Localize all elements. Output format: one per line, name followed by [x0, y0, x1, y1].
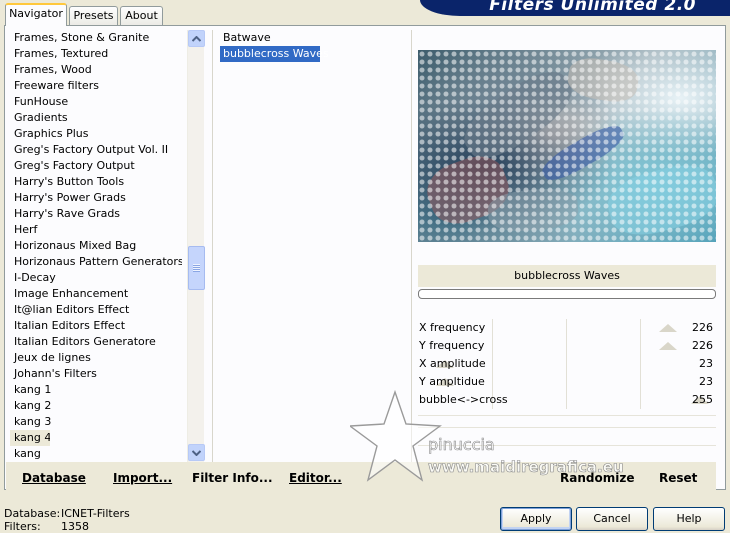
chevron-down-icon — [192, 449, 201, 456]
database-label: Database: — [4, 507, 61, 520]
action-bar: Database Import... Filter Info... Editor… — [6, 462, 716, 490]
param-slider[interactable]: X frequency 226 — [418, 319, 716, 337]
category-item[interactable]: Harry's Button Tools — [10, 174, 182, 190]
param-divider — [418, 445, 716, 446]
category-item[interactable]: It@lian Editors Effect — [10, 302, 182, 318]
filter-item[interactable]: bubblecross Waves — [220, 46, 329, 62]
reset-button[interactable]: Reset — [659, 471, 697, 485]
category-list[interactable]: Frames, Stone & Granite Frames, Textured F… — [10, 30, 182, 462]
param-value: 226 — [692, 339, 713, 352]
progress-bar — [418, 289, 716, 299]
tab-navigator[interactable]: Navigator — [5, 3, 67, 26]
category-item[interactable]: Horizonaus Pattern Generators — [10, 254, 182, 270]
category-item[interactable]: Jeux de lignes — [10, 350, 182, 366]
category-scrollbar[interactable] — [187, 30, 205, 462]
category-item[interactable]: Image Enhancement — [10, 286, 182, 302]
tab-about[interactable]: About — [120, 6, 163, 25]
category-item[interactable]: I-Decay — [10, 270, 182, 286]
category-item[interactable]: Gradients — [10, 110, 182, 126]
param-slider[interactable]: bubble<->cross 255 — [418, 391, 716, 409]
slider-tick — [566, 319, 567, 337]
slider-tick — [640, 391, 641, 409]
slider-tick — [492, 337, 493, 355]
category-item[interactable]: Harry's Power Grads — [10, 190, 182, 206]
param-divider — [418, 427, 716, 428]
slider-tick — [566, 391, 567, 409]
filter-name-bar: bubblecross Waves — [418, 265, 716, 287]
slider-tick — [566, 355, 567, 373]
slider-tick — [640, 337, 641, 355]
category-item[interactable]: kang 3 — [10, 414, 182, 430]
slider-tick — [640, 319, 641, 337]
category-item[interactable]: kang 2 — [10, 398, 182, 414]
filter-list[interactable]: Batwave bubblecross Waves — [220, 30, 410, 62]
param-divider — [418, 415, 716, 416]
category-item[interactable]: Harry's Rave Grads — [10, 206, 182, 222]
scroll-down-button[interactable] — [188, 444, 205, 461]
import-button[interactable]: Import... — [113, 471, 172, 485]
param-value: 23 — [699, 357, 713, 370]
app-banner: Filters Unlimited 2.0 — [420, 0, 730, 16]
category-item[interactable]: Greg's Factory Output — [10, 158, 182, 174]
slider-tick — [492, 319, 493, 337]
category-item[interactable]: FunHouse — [10, 94, 182, 110]
category-item[interactable]: Frames, Textured — [10, 46, 182, 62]
cancel-button[interactable]: Cancel — [576, 507, 648, 531]
category-item[interactable]: Greg's Factory Output Vol. II — [10, 142, 182, 158]
slider-tick — [492, 355, 493, 373]
category-item[interactable]: Graphics Plus — [10, 126, 182, 142]
database-button[interactable]: Database — [22, 471, 86, 485]
scroll-up-button[interactable] — [188, 30, 205, 47]
param-slider[interactable]: Y frequency 226 — [418, 337, 716, 355]
slider-thumb-icon[interactable] — [659, 342, 677, 350]
divider — [411, 30, 412, 462]
param-value: 226 — [692, 321, 713, 334]
filter-info-button[interactable]: Filter Info... — [192, 471, 273, 485]
slider-tick — [640, 373, 641, 391]
app-title: Filters Unlimited 2.0 — [489, 0, 696, 15]
category-item[interactable]: kang 4 — [10, 430, 50, 446]
category-item[interactable]: Italian Editors Effect — [10, 318, 182, 334]
randomize-button[interactable]: Randomize — [560, 471, 634, 485]
slider-tick — [640, 355, 641, 373]
filters-label: Filters: — [4, 520, 41, 533]
apply-button[interactable]: Apply — [500, 507, 572, 531]
filters-count: 1358 — [61, 520, 89, 533]
param-value: 23 — [699, 375, 713, 388]
chevron-up-icon — [192, 35, 201, 42]
scroll-thumb[interactable] — [188, 246, 205, 290]
param-slider[interactable]: X amplitude 23 — [418, 355, 716, 373]
category-item[interactable]: Frames, Wood — [10, 62, 182, 78]
filter-item[interactable]: Batwave — [220, 30, 410, 46]
help-button[interactable]: Help — [653, 507, 725, 531]
param-label: bubble<->cross — [419, 393, 508, 406]
param-label: Y ampltidue — [419, 375, 485, 388]
param-label: X frequency — [419, 321, 486, 334]
category-item[interactable]: kang 1 — [10, 382, 182, 398]
category-item[interactable]: Italian Editors Generatore — [10, 334, 182, 350]
tab-presets[interactable]: Presets — [69, 6, 118, 25]
slider-tick — [566, 337, 567, 355]
param-slider[interactable]: Y ampltidue 23 — [418, 373, 716, 391]
param-value: 255 — [692, 393, 713, 406]
param-label: Y frequency — [419, 339, 485, 352]
editor-button[interactable]: Editor... — [289, 471, 342, 485]
category-item[interactable]: Freeware filters — [10, 78, 182, 94]
param-label: X amplitude — [419, 357, 486, 370]
slider-tick — [566, 373, 567, 391]
preview-image — [418, 50, 716, 242]
category-item[interactable]: Frames, Stone & Granite — [10, 30, 182, 46]
category-item[interactable]: Johann's Filters — [10, 366, 182, 382]
divider — [212, 30, 213, 462]
category-item[interactable]: kang — [10, 446, 182, 462]
slider-tick — [492, 373, 493, 391]
grip-icon — [193, 264, 200, 272]
category-item[interactable]: Horizonaus Mixed Bag — [10, 238, 182, 254]
category-item[interactable]: Herf — [10, 222, 182, 238]
database-value: ICNET-Filters — [61, 507, 130, 520]
slider-thumb-icon[interactable] — [659, 324, 677, 332]
